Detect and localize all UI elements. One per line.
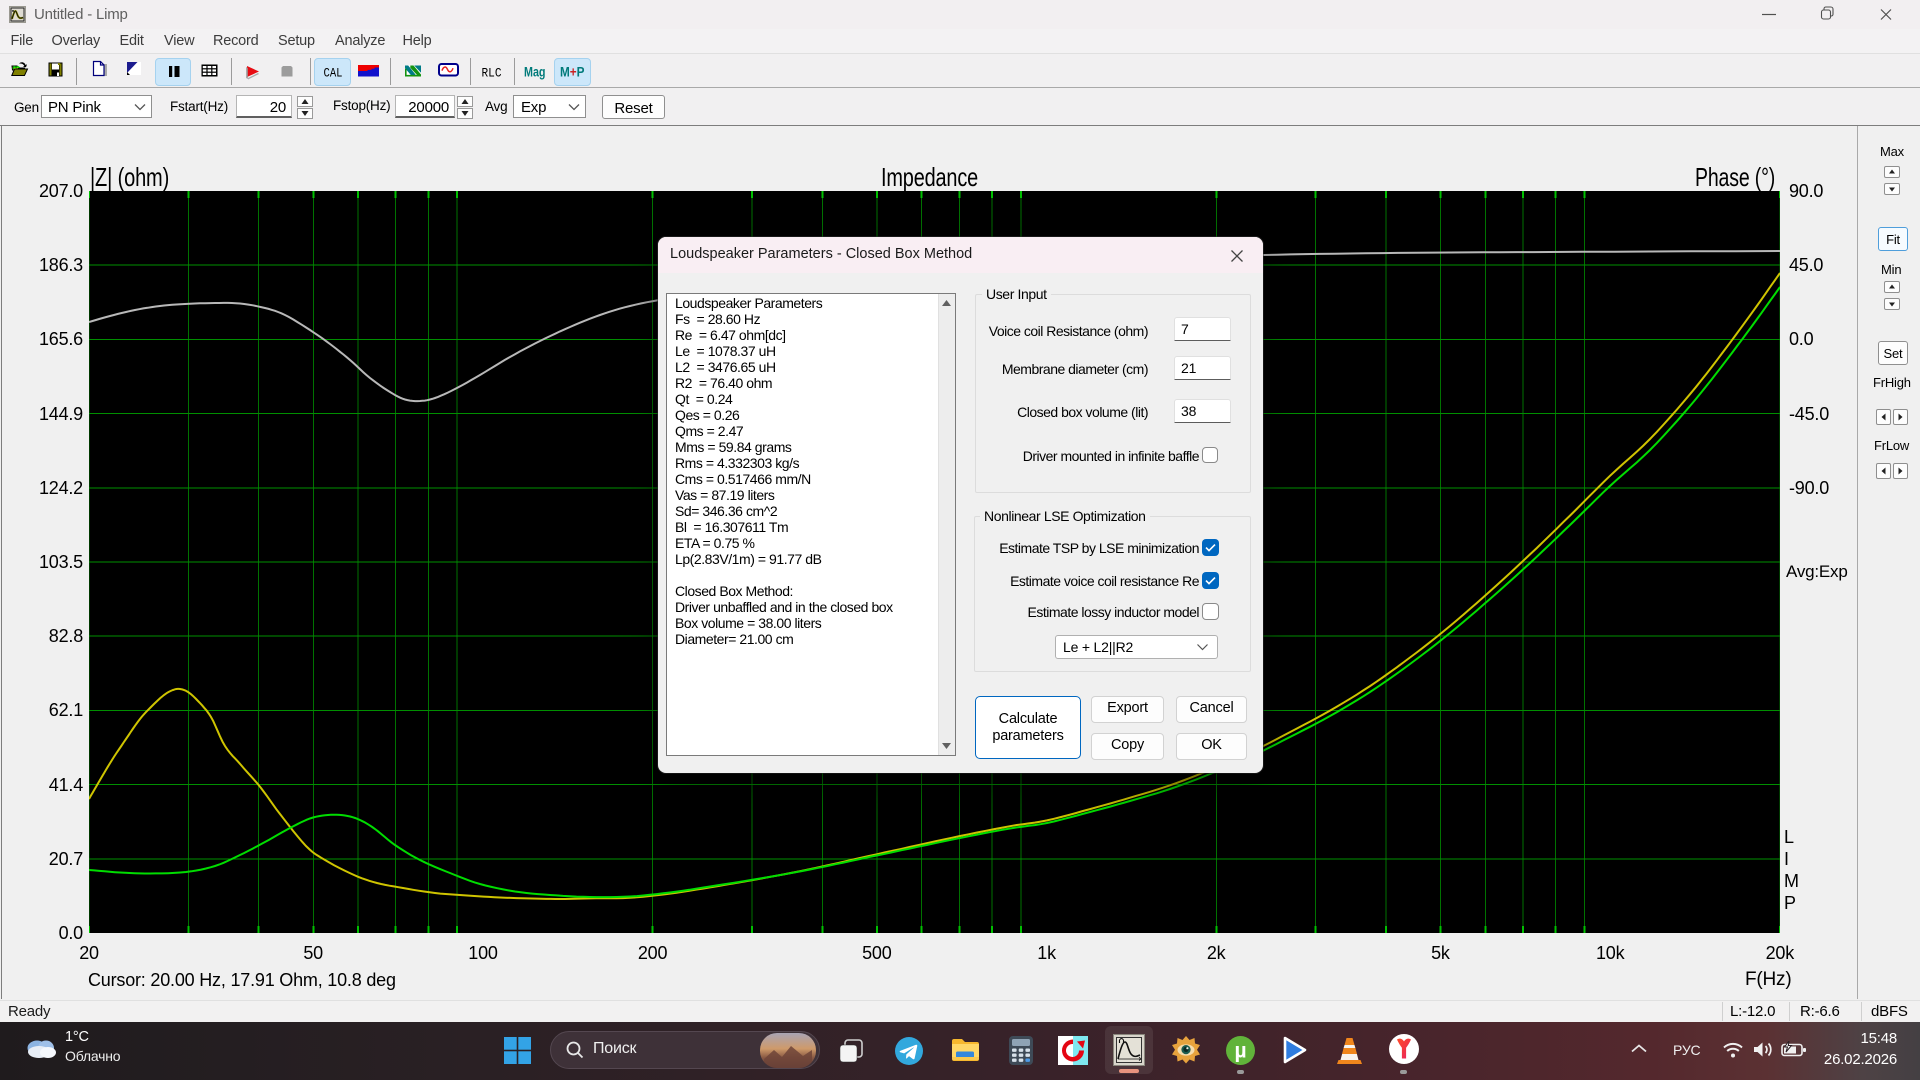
svg-text:CAL: CAL xyxy=(324,66,343,81)
svg-text:Mag: Mag xyxy=(524,65,546,80)
svg-text:µ: µ xyxy=(1234,1040,1246,1063)
svg-text:M+P: M+P xyxy=(560,65,585,80)
svg-text:RLC: RLC xyxy=(482,66,502,81)
